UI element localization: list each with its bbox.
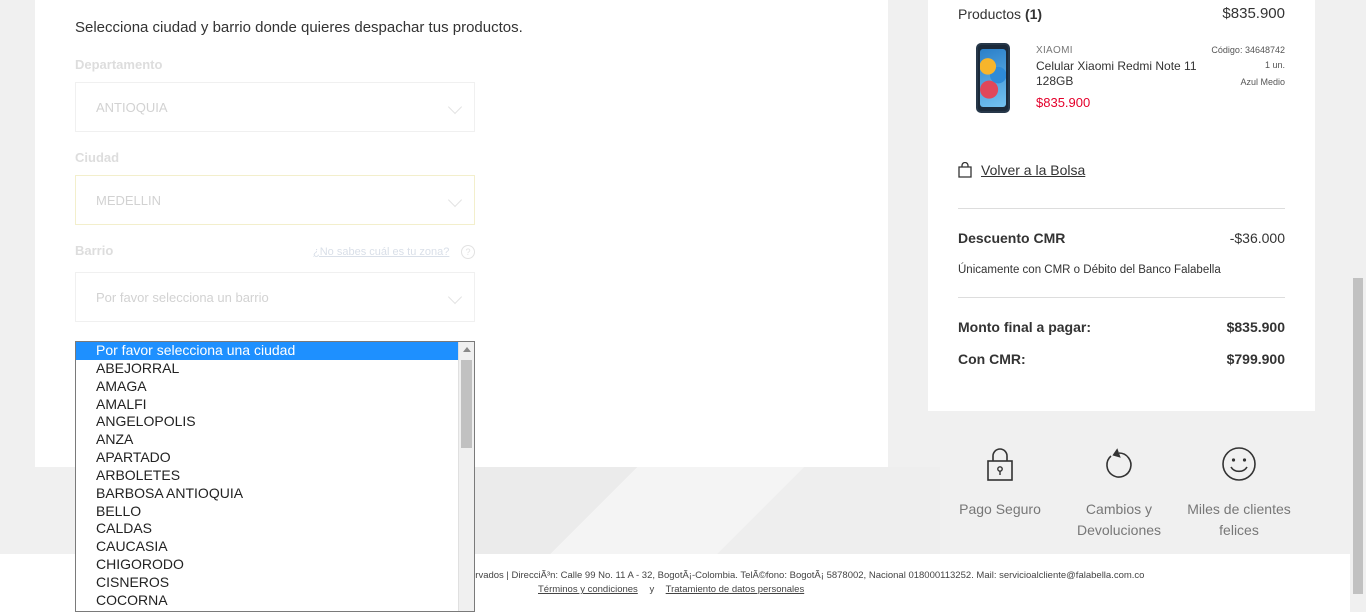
divider: [958, 297, 1285, 298]
shopping-bag-icon: [958, 162, 972, 178]
smiley-icon: [1222, 447, 1256, 481]
city-option[interactable]: ABEJORRAL: [76, 360, 474, 378]
dropdown-scrollbar[interactable]: [458, 342, 474, 611]
question-icon[interactable]: ?: [461, 245, 475, 259]
discount-label: Descuento CMR: [958, 230, 1066, 246]
zone-help-link[interactable]: ¿No sabes cuál es tu zona?: [313, 246, 449, 258]
barrio-select[interactable]: Por favor selecciona un barrio: [75, 272, 475, 322]
city-option-selected[interactable]: Por favor selecciona una ciudad: [76, 342, 474, 360]
city-option[interactable]: COCORNA: [76, 592, 474, 610]
departamento-label: Departamento: [75, 57, 163, 72]
footer-address: ervados | DirecciÃ³n: Calle 99 No. 11 A …: [470, 570, 1145, 581]
city-option[interactable]: AMALFI: [76, 396, 474, 414]
departamento-value: ANTIOQUIA: [96, 100, 168, 115]
badge-secure-payment: Pago Seguro: [945, 446, 1055, 520]
divider: [958, 208, 1285, 209]
ciudad-value: MEDELLIN: [96, 193, 162, 208]
cmr-amount-value: $799.900: [1226, 351, 1285, 367]
city-option[interactable]: BELLO: [76, 503, 474, 521]
footer-separator: y: [649, 584, 655, 595]
terms-link[interactable]: Términos y condiciones: [538, 584, 638, 595]
product-image[interactable]: [976, 43, 1010, 113]
city-option[interactable]: ANGELOPOLIS: [76, 413, 474, 431]
ciudad-select[interactable]: MEDELLIN: [75, 175, 475, 225]
product-quantity: 1 un.: [1264, 60, 1285, 70]
final-amount-label: Monto final a pagar:: [958, 319, 1091, 335]
badge-returns: Cambios y Devoluciones: [1064, 446, 1174, 541]
city-option[interactable]: ARBOLETES: [76, 467, 474, 485]
padlock-icon: [987, 448, 1013, 481]
city-option[interactable]: APARTADO: [76, 449, 474, 467]
city-option[interactable]: CAUCASIA: [76, 538, 474, 556]
badge-label: Pago Seguro: [959, 501, 1041, 517]
chevron-down-icon: [447, 99, 463, 115]
page-scrollbar[interactable]: [1350, 0, 1366, 612]
city-option[interactable]: CISNEROS: [76, 574, 474, 592]
badge-label: Cambios y Devoluciones: [1076, 501, 1162, 538]
product-code: Código: 34648742: [1211, 45, 1285, 55]
decorative-background: [470, 467, 940, 554]
ciudad-label: Ciudad: [75, 150, 120, 165]
badge-label: Miles de clientes felices: [1187, 501, 1291, 538]
products-total: $835.900: [1222, 5, 1285, 22]
city-option[interactable]: AMAGA: [76, 378, 474, 396]
product-color: Azul Medio: [1240, 77, 1285, 87]
city-option[interactable]: CHIGORODO: [76, 556, 474, 574]
products-label: Productos: [958, 6, 1022, 22]
product-brand: XIAOMI: [1036, 45, 1073, 56]
city-dropdown-list[interactable]: Por favor selecciona una ciudad ABEJORRAL…: [75, 341, 475, 612]
address-intro-text: Selecciona ciudad y barrio donde quieres…: [75, 19, 523, 36]
departamento-select[interactable]: ANTIOQUIA: [75, 82, 475, 132]
refresh-icon: [1106, 448, 1132, 478]
product-name[interactable]: Celular Xiaomi Redmi Note 11 128GB: [1036, 59, 1206, 89]
chevron-down-icon: [447, 192, 463, 208]
barrio-label: Barrio: [75, 243, 114, 258]
scroll-up-arrow-icon[interactable]: [463, 347, 471, 352]
cmr-amount-label: Con CMR:: [958, 351, 1026, 367]
city-option[interactable]: ANZA: [76, 431, 474, 449]
chevron-down-icon: [447, 289, 463, 305]
badge-happy-customers: Miles de clientes felices: [1184, 446, 1294, 541]
back-to-bag-link[interactable]: Volver a la Bolsa: [981, 162, 1085, 178]
discount-value: -$36.000: [1229, 230, 1285, 246]
products-heading: Productos (1): [958, 6, 1042, 22]
city-option[interactable]: BARBOSA ANTIOQUIA: [76, 485, 474, 503]
products-count: (1): [1024, 6, 1043, 22]
product-price: $835.900: [1036, 95, 1091, 110]
city-option[interactable]: CALDAS: [76, 520, 474, 538]
privacy-link[interactable]: Tratamiento de datos personales: [666, 584, 805, 595]
discount-note: Únicamente con CMR o Débito del Banco Fa…: [958, 264, 1221, 276]
final-amount-value: $835.900: [1226, 319, 1285, 335]
footer-links: Términos y condiciones y Tratamiento de …: [538, 584, 804, 595]
barrio-placeholder: Por favor selecciona un barrio: [96, 290, 269, 305]
dropdown-scroll-thumb[interactable]: [461, 360, 472, 448]
order-summary: Productos (1) $835.900 XIAOMI Celular Xi…: [928, 0, 1315, 411]
city-options: Por favor selecciona una ciudad ABEJORRAL…: [76, 342, 474, 610]
page-scroll-thumb[interactable]: [1353, 278, 1363, 594]
